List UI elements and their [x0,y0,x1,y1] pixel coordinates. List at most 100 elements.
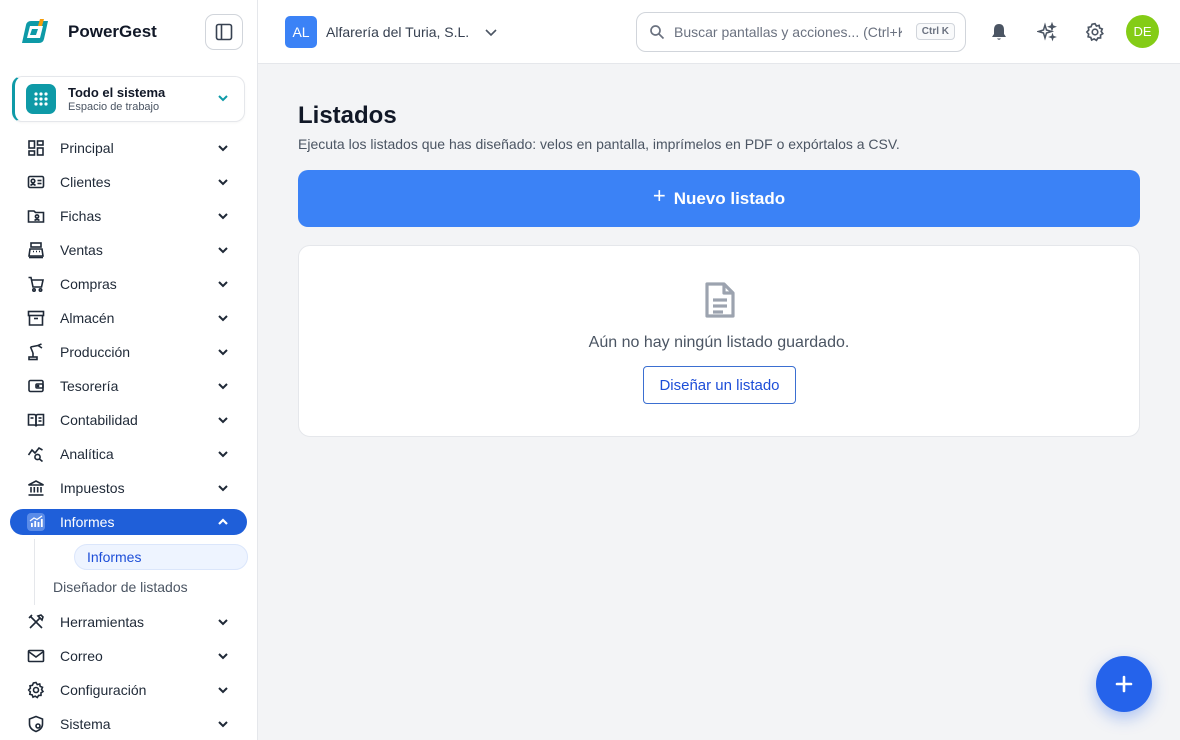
page-description: Ejecuta los listados que has diseñado: v… [298,136,900,152]
chevron-down-icon [218,213,228,220]
chevron-down-icon [218,653,228,660]
submenu-item-informes[interactable]: Informes [74,544,248,570]
dashboard-icon [26,138,46,158]
chevron-down-icon [218,315,228,322]
chevron-down-icon [218,417,228,424]
chevron-down-icon [218,485,228,492]
sidebar-item-herramientas[interactable]: Herramientas [0,605,258,639]
gear-icon [26,680,46,700]
sidebar-item-label: Informes [60,514,115,530]
new-listing-button[interactable]: + Nuevo listado [298,170,1140,227]
tools-icon [26,612,46,632]
chevron-down-icon [218,383,228,390]
sidebar-panel-icon [215,23,233,41]
chevron-down-icon [218,179,228,186]
shield-gear-icon [26,714,46,734]
sidebar-item-label: Herramientas [60,614,145,630]
sidebar-item-analitica[interactable]: Analítica [0,437,258,471]
chevron-down-icon [218,281,228,288]
ai-assistant-button[interactable] [1035,20,1059,44]
chevron-down-icon [218,247,228,254]
open-book-icon [26,410,46,430]
document-icon [705,282,735,318]
sidebar-item-label: Ventas [60,242,103,258]
search-placeholder: Buscar pantallas y acciones... (Ctrl+K) [674,24,902,40]
chart-search-icon [26,444,46,464]
sidebar-item-compras[interactable]: Compras [0,267,258,301]
sidebar-item-label: Correo [60,648,103,664]
chevron-down-icon [218,451,228,458]
sidebar-item-tesoreria[interactable]: Tesorería [0,369,258,403]
design-listing-button[interactable]: Diseñar un listado [643,366,796,404]
sidebar-item-label: Impuestos [60,480,125,496]
contact-card-icon [26,172,46,192]
robot-arm-icon [26,342,46,362]
sidebar-item-label: Tesorería [60,378,119,394]
archive-box-icon [26,308,46,328]
workspace-selector[interactable]: Todo el sistema Espacio de trabajo [12,76,245,122]
sidebar-item-principal[interactable]: Principal [0,131,258,165]
sidebar-item-informes[interactable]: Informes [10,509,247,535]
bar-chart-icon [26,512,46,532]
company-name: Alfarería del Turia, S.L. [326,24,470,40]
brand-logo-icon [22,19,48,43]
bell-icon [992,24,1006,40]
sidebar-item-contabilidad[interactable]: Contabilidad [0,403,258,437]
sidebar-toggle-button[interactable] [205,14,243,50]
new-listing-label: Nuevo listado [673,188,786,208]
chevron-up-icon [218,518,228,525]
user-avatar[interactable]: DE [1126,15,1159,48]
informes-submenu: Informes Diseñador de listados [34,539,258,605]
sidebar-item-label: Almacén [60,310,115,326]
chevron-down-icon [218,687,228,694]
company-selector[interactable]: AL Alfarería del Turia, S.L. [285,16,499,48]
chevron-down-icon [218,95,228,102]
submenu-item-disenador-listados[interactable]: Diseñador de listados [1,572,258,601]
workspace-title: Todo el sistema [68,84,166,100]
sidebar-item-label: Fichas [60,208,102,224]
empty-state-text: Aún no hay ningún listado guardado. [588,334,850,351]
sidebar-item-fichas[interactable]: Fichas [0,199,258,233]
plus-icon [1115,675,1133,693]
wallet-icon [26,376,46,396]
sidebar: PowerGest Todo el sistema Espacio de tra… [0,0,258,740]
sidebar-nav: Principal Clientes Fichas Ventas Compras… [0,131,258,740]
chevron-down-icon [218,619,228,626]
notifications-button[interactable] [987,20,1011,44]
cash-register-icon [26,240,46,260]
empty-state-card: Aún no hay ningún listado guardado. Dise… [298,245,1140,437]
floating-add-button[interactable] [1096,656,1152,712]
mail-icon [26,646,46,666]
sidebar-item-label: Configuración [60,682,147,698]
sidebar-item-label: Sistema [60,716,111,732]
page-title: Listados [298,102,397,129]
chevron-down-icon [485,29,497,37]
sparkles-icon [1037,22,1057,42]
settings-button[interactable] [1083,20,1107,44]
sidebar-item-impuestos[interactable]: Impuestos [0,471,258,505]
sidebar-item-correo[interactable]: Correo [0,639,258,673]
sidebar-item-label: Contabilidad [60,412,138,428]
search-icon [650,25,665,40]
sidebar-item-label: Compras [60,276,117,292]
chevron-down-icon [218,721,228,728]
sidebar-item-configuracion[interactable]: Configuración [0,673,258,707]
brand-name: PowerGest [68,22,157,41]
bank-icon [26,478,46,498]
sidebar-item-clientes[interactable]: Clientes [0,165,258,199]
search-shortcut-badge: Ctrl K [915,23,955,40]
cart-icon [26,274,46,294]
chevron-down-icon [218,349,228,356]
plus-icon: + [652,182,666,208]
folder-user-icon [26,206,46,226]
workspace-subtitle: Espacio de trabajo [68,100,160,113]
brand[interactable]: PowerGest [18,16,157,48]
company-badge: AL [285,16,317,48]
sidebar-item-label: Producción [60,344,131,360]
sidebar-item-almacen[interactable]: Almacén [0,301,258,335]
search-input[interactable]: Buscar pantallas y acciones... (Ctrl+K) … [636,12,966,52]
gear-icon [1085,22,1104,42]
sidebar-item-sistema[interactable]: Sistema [0,707,258,740]
sidebar-item-ventas[interactable]: Ventas [0,233,258,267]
sidebar-item-produccion[interactable]: Producción [0,335,258,369]
